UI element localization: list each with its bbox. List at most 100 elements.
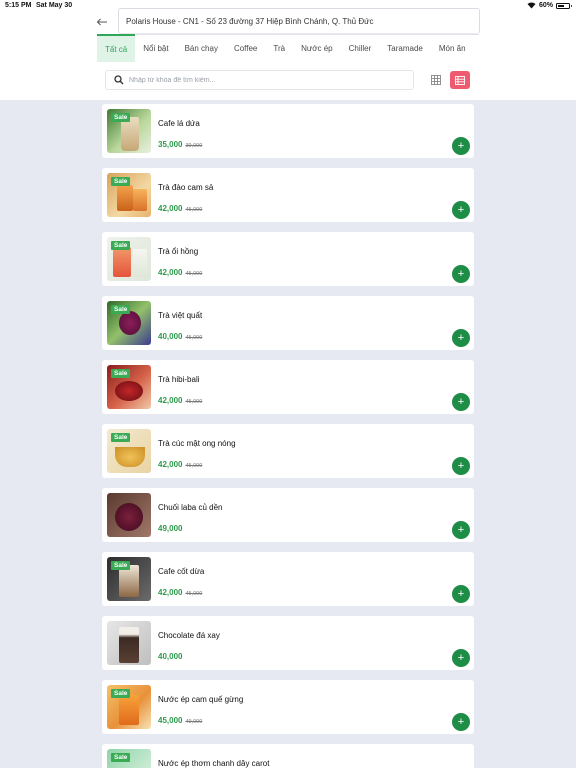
product-name: Chocolate đá xay — [158, 631, 220, 640]
add-to-cart-button[interactable]: + — [452, 521, 470, 539]
list-view-button[interactable] — [450, 71, 470, 89]
product-card[interactable]: Sale Trà việt quất 40,000 45,000 + — [102, 296, 474, 350]
plus-icon: + — [457, 267, 465, 280]
add-to-cart-button[interactable]: + — [452, 457, 470, 475]
add-to-cart-button[interactable]: + — [452, 713, 470, 731]
product-name: Cafe lá dứa — [158, 119, 200, 128]
product-old-price: 39,000 — [185, 143, 203, 149]
status-date: Sat May 30 — [36, 2, 73, 9]
tab-8[interactable]: Món ăn — [431, 34, 474, 62]
price-row: 42,000 45,000 — [158, 454, 202, 472]
price-row: 42,000 45,000 — [158, 390, 202, 408]
plus-icon: + — [457, 459, 465, 472]
wifi-icon — [527, 2, 536, 9]
sale-badge: Sale — [111, 177, 131, 186]
product-card[interactable]: Sale Cafe lá dứa 35,000 39,000 + — [102, 104, 474, 158]
tab-7[interactable]: Taramade — [379, 34, 431, 62]
product-name: Nước ép thơm chanh dây carot — [158, 759, 270, 768]
product-card[interactable]: Chuối laba củ dền 49,000 + — [102, 488, 474, 542]
product-image[interactable] — [107, 493, 151, 537]
product-image[interactable] — [107, 621, 151, 665]
price-row: 35,000 39,000 — [158, 134, 202, 152]
status-time: 5:15 PM — [5, 2, 32, 9]
add-to-cart-button[interactable]: + — [452, 393, 470, 411]
tab-0[interactable]: Tất cả — [97, 34, 136, 62]
back-button[interactable] — [92, 12, 112, 32]
product-card[interactable]: Chocolate đá xay 40,000 + — [102, 616, 474, 670]
add-to-cart-button[interactable]: + — [452, 201, 470, 219]
search-input[interactable] — [129, 76, 409, 84]
search-icon — [112, 73, 126, 87]
plus-icon: + — [457, 139, 465, 152]
price-row: 45,000 49,000 — [158, 710, 202, 728]
tab-2[interactable]: Bán chạy — [177, 34, 226, 62]
price-row: 42,000 45,000 — [158, 198, 202, 216]
product-name: Trà hibi-bali — [158, 375, 200, 384]
header: Polaris House - CN1 - Số 23 đường 37 Hiệ… — [0, 8, 576, 100]
plus-icon: + — [457, 651, 465, 664]
product-price: 45,000 — [158, 716, 183, 725]
add-to-cart-button[interactable]: + — [452, 329, 470, 347]
product-name: Nước ép cam quế gừng — [158, 695, 244, 704]
battery-icon — [556, 2, 572, 9]
tab-5[interactable]: Nước ép — [293, 34, 341, 62]
sale-badge: Sale — [111, 113, 131, 122]
add-to-cart-button[interactable]: + — [452, 649, 470, 667]
grid-view-button[interactable] — [426, 71, 446, 89]
product-price: 42,000 — [158, 268, 183, 277]
product-name: Trà đào cam sả — [158, 183, 214, 192]
tab-1[interactable]: Nổi bật — [135, 34, 176, 62]
product-price: 40,000 — [158, 332, 183, 341]
product-card[interactable]: Sale Trà ổi hồng 42,000 45,000 + — [102, 232, 474, 286]
price-row: 42,000 45,000 — [158, 262, 202, 280]
add-to-cart-button[interactable]: + — [452, 585, 470, 603]
search-box[interactable] — [105, 70, 414, 90]
tab-4[interactable]: Trà — [265, 34, 293, 62]
product-card[interactable]: Sale Nước ép cam quế gừng 45,000 49,000 + — [102, 680, 474, 734]
product-card[interactable]: Sale Cafe cốt dừa 42,000 45,000 + — [102, 552, 474, 606]
sale-badge: Sale — [111, 369, 131, 378]
product-name: Trà ổi hồng — [158, 247, 199, 256]
sale-badge: Sale — [111, 241, 131, 250]
product-card[interactable]: Sale Trà cúc mật ong nóng 42,000 45,000 + — [102, 424, 474, 478]
battery-percent: 60% — [538, 2, 553, 9]
price-row: 40,000 45,000 — [158, 326, 202, 344]
product-old-price: 45,000 — [185, 591, 203, 597]
plus-icon: + — [457, 523, 465, 536]
plus-icon: + — [457, 395, 465, 408]
sale-badge: Sale — [111, 689, 131, 698]
price-row: 49,000 — [158, 518, 182, 536]
tab-3[interactable]: Coffee — [226, 34, 265, 62]
product-card[interactable]: Sale Trà đào cam sả 42,000 45,000 + — [102, 168, 474, 222]
delivery-address-field[interactable]: Polaris House - CN1 - Số 23 đường 37 Hiệ… — [118, 8, 480, 34]
product-old-price: 45,000 — [185, 335, 203, 341]
product-price: 49,000 — [158, 524, 183, 533]
product-old-price: 45,000 — [185, 399, 203, 405]
plus-icon: + — [457, 715, 465, 728]
plus-icon: + — [457, 203, 465, 216]
plus-icon: + — [457, 587, 465, 600]
product-price: 42,000 — [158, 396, 183, 405]
tab-6[interactable]: Chiller — [341, 34, 380, 62]
category-tabs: Tất cả Nổi bật Bán chạy Coffee Trà Nước ép Chi… — [97, 34, 479, 62]
plus-icon: + — [457, 331, 465, 344]
product-price: 35,000 — [158, 140, 183, 149]
product-old-price: 45,000 — [185, 207, 203, 213]
add-to-cart-button[interactable]: + — [452, 137, 470, 155]
sale-badge: Sale — [111, 305, 131, 314]
add-to-cart-button[interactable]: + — [452, 265, 470, 283]
product-price: 40,000 — [158, 652, 183, 661]
product-old-price: 45,000 — [185, 463, 203, 469]
list-icon — [455, 75, 465, 85]
product-card[interactable]: Sale Trà hibi-bali 42,000 45,000 + — [102, 360, 474, 414]
product-card[interactable]: Sale Nước ép thơm chanh dây carot — [102, 744, 474, 768]
product-price: 42,000 — [158, 460, 183, 469]
sale-badge: Sale — [111, 753, 131, 762]
sale-badge: Sale — [111, 433, 131, 442]
product-name: Trà việt quất — [158, 311, 203, 320]
product-old-price: 45,000 — [185, 271, 203, 277]
price-row: 40,000 — [158, 646, 182, 664]
product-old-price: 49,000 — [185, 719, 203, 725]
status-right: 60% — [527, 2, 572, 9]
price-row: 42,000 45,000 — [158, 582, 202, 600]
